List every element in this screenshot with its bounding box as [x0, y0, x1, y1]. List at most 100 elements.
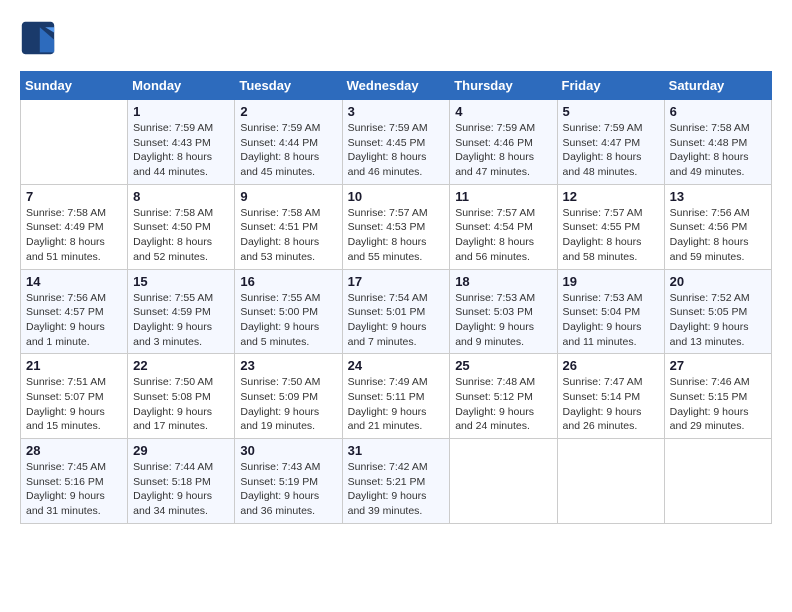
- calendar-cell: 29 Sunrise: 7:44 AMSunset: 5:18 PMDayligh…: [128, 439, 235, 524]
- day-info: Sunrise: 7:58 AMSunset: 4:50 PMDaylight:…: [133, 206, 229, 265]
- week-row-3: 14Sunrise: 7:56 AMSunset: 4:57 PMDayligh…: [21, 269, 772, 354]
- calendar-cell: 14Sunrise: 7:56 AMSunset: 4:57 PMDayligh…: [21, 269, 128, 354]
- day-info: Sunrise: 7:59 AMSunset: 4:47 PMDaylight:…: [563, 121, 659, 180]
- week-row-4: 21 Sunrise: 7:51 AMSunset: 5:07 PMDayligh…: [21, 354, 772, 439]
- calendar-cell: 6Sunrise: 7:58 AMSunset: 4:48 PMDaylight…: [664, 100, 771, 185]
- calendar-cell: [450, 439, 557, 524]
- day-info: Sunrise: 7:42 AMSunset: 5:21 PMDaylight:…: [348, 460, 445, 519]
- day-info: Sunrise: 7:58 AMSunset: 4:49 PMDaylight:…: [26, 206, 122, 265]
- header-sunday: Sunday: [21, 72, 128, 100]
- calendar-cell: 31 Sunrise: 7:42 AMSunset: 5:21 PMDayligh…: [342, 439, 450, 524]
- calendar-cell: 9 Sunrise: 7:58 AMSunset: 4:51 PMDaylight…: [235, 184, 342, 269]
- day-number: 15: [133, 274, 229, 289]
- day-info: Sunrise: 7:59 AMSunset: 4:45 PMDaylight:…: [348, 121, 445, 180]
- day-number: 16: [240, 274, 336, 289]
- calendar-cell: 28 Sunrise: 7:45 AMSunset: 5:16 PMDayligh…: [21, 439, 128, 524]
- calendar-cell: 16 Sunrise: 7:55 AMSunset: 5:00 PMDayligh…: [235, 269, 342, 354]
- day-number: 9: [240, 189, 336, 204]
- day-info: Sunrise: 7:49 AMSunset: 5:11 PMDaylight:…: [348, 375, 445, 434]
- calendar-cell: 24 Sunrise: 7:49 AMSunset: 5:11 PMDayligh…: [342, 354, 450, 439]
- calendar-cell: 18 Sunrise: 7:53 AMSunset: 5:03 PMDayligh…: [450, 269, 557, 354]
- calendar-cell: 4 Sunrise: 7:59 AMSunset: 4:46 PMDaylight…: [450, 100, 557, 185]
- calendar-cell: 15 Sunrise: 7:55 AMSunset: 4:59 PMDayligh…: [128, 269, 235, 354]
- header-row: SundayMondayTuesdayWednesdayThursdayFrid…: [21, 72, 772, 100]
- day-info: Sunrise: 7:55 AMSunset: 4:59 PMDaylight:…: [133, 291, 229, 350]
- day-number: 5: [563, 104, 659, 119]
- calendar-cell: 2 Sunrise: 7:59 AMSunset: 4:44 PMDaylight…: [235, 100, 342, 185]
- day-info: Sunrise: 7:59 AMSunset: 4:43 PMDaylight:…: [133, 121, 229, 180]
- day-info: Sunrise: 7:53 AMSunset: 5:04 PMDaylight:…: [563, 291, 659, 350]
- day-number: 23: [240, 358, 336, 373]
- day-info: Sunrise: 7:56 AMSunset: 4:56 PMDaylight:…: [670, 206, 766, 265]
- calendar-cell: 25 Sunrise: 7:48 AMSunset: 5:12 PMDayligh…: [450, 354, 557, 439]
- week-row-2: 7 Sunrise: 7:58 AMSunset: 4:49 PMDaylight…: [21, 184, 772, 269]
- calendar-cell: 27 Sunrise: 7:46 AMSunset: 5:15 PMDayligh…: [664, 354, 771, 439]
- day-number: 13: [670, 189, 766, 204]
- header-thursday: Thursday: [450, 72, 557, 100]
- day-number: 7: [26, 189, 122, 204]
- header-wednesday: Wednesday: [342, 72, 450, 100]
- calendar-cell: [557, 439, 664, 524]
- day-number: 20: [670, 274, 766, 289]
- day-number: 3: [348, 104, 445, 119]
- day-number: 28: [26, 443, 122, 458]
- calendar-cell: 23 Sunrise: 7:50 AMSunset: 5:09 PMDayligh…: [235, 354, 342, 439]
- calendar-cell: 22Sunrise: 7:50 AMSunset: 5:08 PMDayligh…: [128, 354, 235, 439]
- day-number: 11: [455, 189, 551, 204]
- header-friday: Friday: [557, 72, 664, 100]
- day-info: Sunrise: 7:50 AMSunset: 5:08 PMDaylight:…: [133, 375, 229, 434]
- calendar-cell: [21, 100, 128, 185]
- day-info: Sunrise: 7:52 AMSunset: 5:05 PMDaylight:…: [670, 291, 766, 350]
- week-row-1: 1 Sunrise: 7:59 AMSunset: 4:43 PMDaylight…: [21, 100, 772, 185]
- week-row-5: 28 Sunrise: 7:45 AMSunset: 5:16 PMDayligh…: [21, 439, 772, 524]
- calendar-cell: 19 Sunrise: 7:53 AMSunset: 5:04 PMDayligh…: [557, 269, 664, 354]
- day-info: Sunrise: 7:54 AMSunset: 5:01 PMDaylight:…: [348, 291, 445, 350]
- day-number: 4: [455, 104, 551, 119]
- day-info: Sunrise: 7:43 AMSunset: 5:19 PMDaylight:…: [240, 460, 336, 519]
- logo-icon: [20, 20, 56, 56]
- day-number: 27: [670, 358, 766, 373]
- day-number: 21: [26, 358, 122, 373]
- day-number: 26: [563, 358, 659, 373]
- calendar-cell: 5 Sunrise: 7:59 AMSunset: 4:47 PMDaylight…: [557, 100, 664, 185]
- calendar-cell: 3 Sunrise: 7:59 AMSunset: 4:45 PMDaylight…: [342, 100, 450, 185]
- calendar-cell: 7 Sunrise: 7:58 AMSunset: 4:49 PMDaylight…: [21, 184, 128, 269]
- day-info: Sunrise: 7:55 AMSunset: 5:00 PMDaylight:…: [240, 291, 336, 350]
- day-number: 12: [563, 189, 659, 204]
- calendar-cell: 20 Sunrise: 7:52 AMSunset: 5:05 PMDayligh…: [664, 269, 771, 354]
- day-number: 24: [348, 358, 445, 373]
- day-info: Sunrise: 7:56 AMSunset: 4:57 PMDaylight:…: [26, 291, 122, 350]
- day-info: Sunrise: 7:58 AMSunset: 4:51 PMDaylight:…: [240, 206, 336, 265]
- day-number: 8: [133, 189, 229, 204]
- day-number: 29: [133, 443, 229, 458]
- calendar-cell: 1 Sunrise: 7:59 AMSunset: 4:43 PMDaylight…: [128, 100, 235, 185]
- calendar-cell: 21 Sunrise: 7:51 AMSunset: 5:07 PMDayligh…: [21, 354, 128, 439]
- calendar-cell: [664, 439, 771, 524]
- day-number: 25: [455, 358, 551, 373]
- day-info: Sunrise: 7:45 AMSunset: 5:16 PMDaylight:…: [26, 460, 122, 519]
- calendar-cell: 10Sunrise: 7:57 AMSunset: 4:53 PMDayligh…: [342, 184, 450, 269]
- day-number: 31: [348, 443, 445, 458]
- page-header: [20, 20, 772, 56]
- day-info: Sunrise: 7:59 AMSunset: 4:44 PMDaylight:…: [240, 121, 336, 180]
- logo: [20, 20, 62, 56]
- day-info: Sunrise: 7:48 AMSunset: 5:12 PMDaylight:…: [455, 375, 551, 434]
- calendar-cell: 12Sunrise: 7:57 AMSunset: 4:55 PMDayligh…: [557, 184, 664, 269]
- day-info: Sunrise: 7:51 AMSunset: 5:07 PMDaylight:…: [26, 375, 122, 434]
- day-number: 1: [133, 104, 229, 119]
- day-info: Sunrise: 7:46 AMSunset: 5:15 PMDaylight:…: [670, 375, 766, 434]
- day-info: Sunrise: 7:59 AMSunset: 4:46 PMDaylight:…: [455, 121, 551, 180]
- calendar-table: SundayMondayTuesdayWednesdayThursdayFrid…: [20, 71, 772, 524]
- day-info: Sunrise: 7:57 AMSunset: 4:54 PMDaylight:…: [455, 206, 551, 265]
- day-number: 6: [670, 104, 766, 119]
- day-number: 2: [240, 104, 336, 119]
- calendar-cell: 13 Sunrise: 7:56 AMSunset: 4:56 PMDayligh…: [664, 184, 771, 269]
- calendar-cell: 30Sunrise: 7:43 AMSunset: 5:19 PMDayligh…: [235, 439, 342, 524]
- day-info: Sunrise: 7:50 AMSunset: 5:09 PMDaylight:…: [240, 375, 336, 434]
- day-info: Sunrise: 7:44 AMSunset: 5:18 PMDaylight:…: [133, 460, 229, 519]
- day-number: 19: [563, 274, 659, 289]
- header-saturday: Saturday: [664, 72, 771, 100]
- calendar-cell: 11 Sunrise: 7:57 AMSunset: 4:54 PMDayligh…: [450, 184, 557, 269]
- day-number: 18: [455, 274, 551, 289]
- day-info: Sunrise: 7:53 AMSunset: 5:03 PMDaylight:…: [455, 291, 551, 350]
